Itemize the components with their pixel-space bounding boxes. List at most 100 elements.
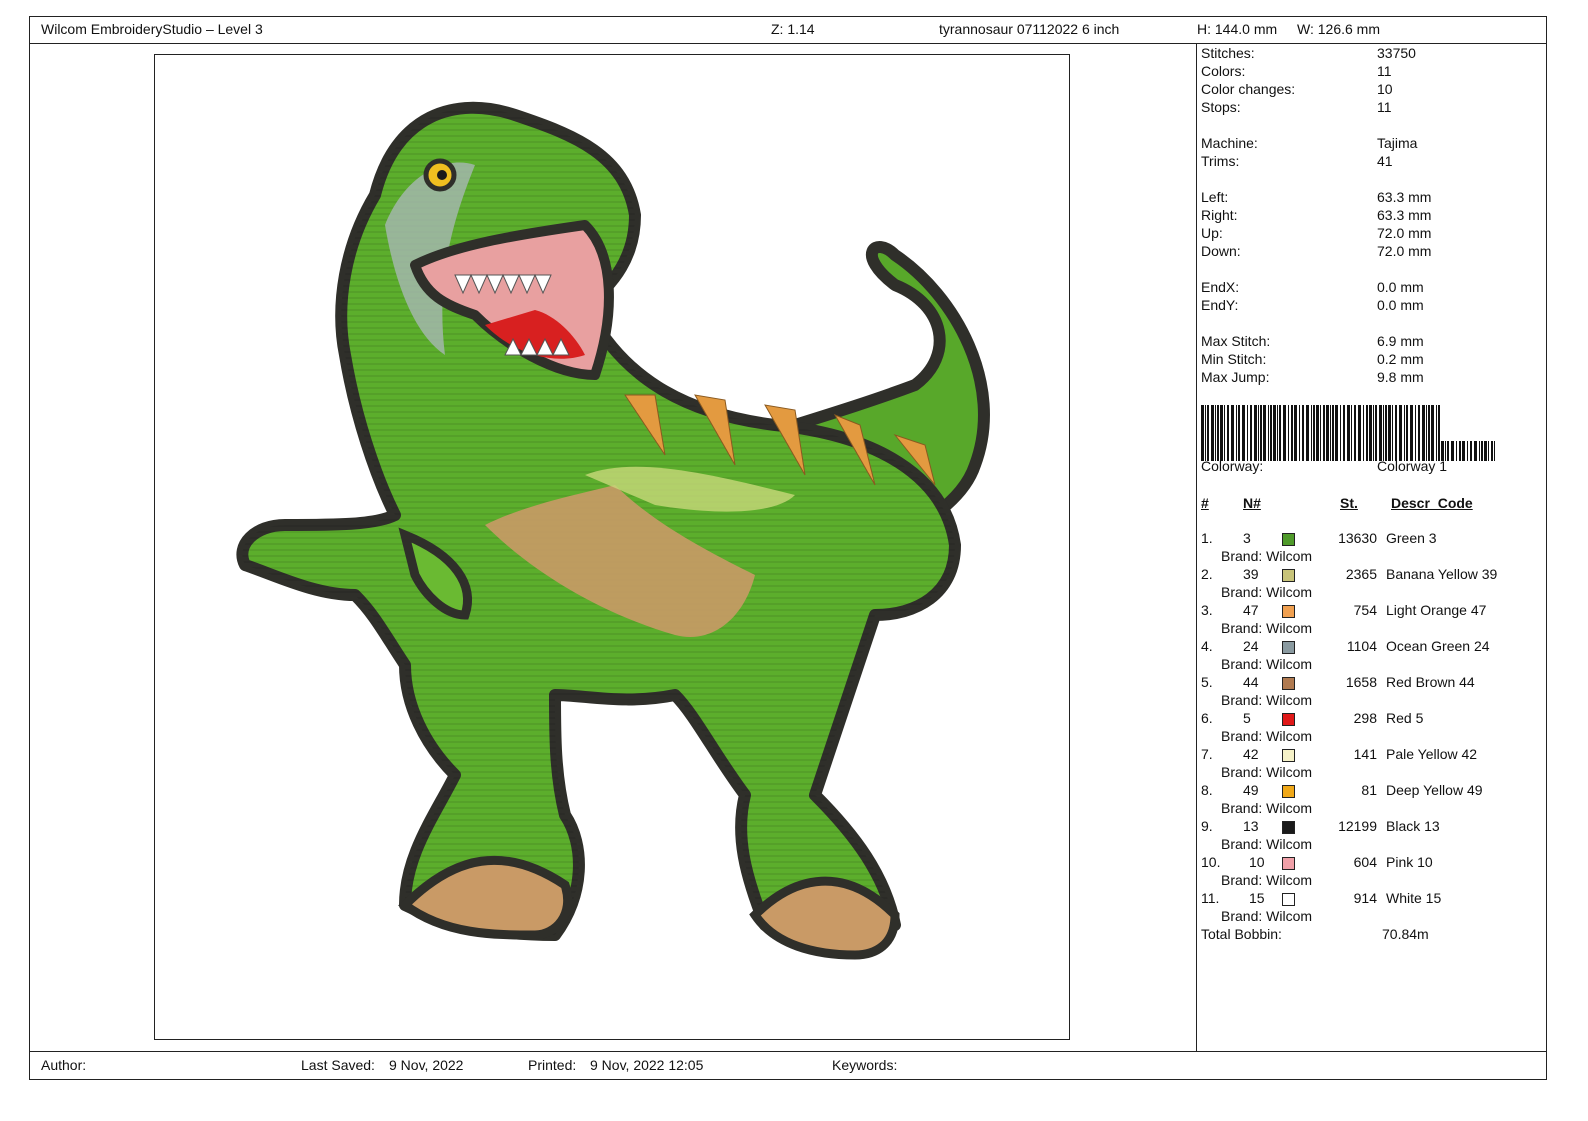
row-index: 1. <box>1201 530 1213 546</box>
color-row: 1. 3 13630 Green 3 Brand: Wilcom <box>1201 530 1541 566</box>
barcode-bar <box>1363 405 1364 461</box>
barcode-bar <box>1404 405 1405 461</box>
row-needle: 5 <box>1243 710 1251 726</box>
color-swatch <box>1282 893 1295 906</box>
color-row: 8. 49 81 Deep Yellow 49 Brand: Wilcom <box>1201 782 1541 818</box>
barcode-bar <box>1215 405 1216 461</box>
stat-value: 33750 <box>1377 45 1416 61</box>
stat-value: 0.2 mm <box>1377 351 1424 367</box>
barcode-bar <box>1277 405 1278 461</box>
row-descr: Deep Yellow 49 <box>1386 782 1483 798</box>
color-row: 3. 47 754 Light Orange 47 Brand: Wilcom <box>1201 602 1541 638</box>
row-index: 11. <box>1201 890 1220 906</box>
row-needle: 39 <box>1243 566 1259 582</box>
color-swatch <box>1282 785 1295 798</box>
color-row: 5. 44 1658 Red Brown 44 Brand: Wilcom <box>1201 674 1541 710</box>
color-row: 2. 39 2365 Banana Yellow 39 Brand: Wilcom <box>1201 566 1541 602</box>
row-stitches: 1658 <box>1345 674 1377 690</box>
barcode-bar <box>1313 405 1315 461</box>
barcode-bar <box>1369 405 1372 461</box>
barcode-bar <box>1291 405 1293 461</box>
row-needle: 24 <box>1243 638 1259 654</box>
barcode-bar <box>1470 441 1472 461</box>
row-brand: Brand: Wilcom <box>1221 548 1313 564</box>
barcode-bar <box>1379 405 1382 461</box>
row-needle: 49 <box>1243 782 1259 798</box>
barcode-bar <box>1311 405 1312 461</box>
barcode-bar <box>1388 405 1391 461</box>
color-row: 9. 13 12199 Black 13 Brand: Wilcom <box>1201 818 1541 854</box>
design-width: W: 126.6 mm <box>1297 21 1380 37</box>
header-bar: Wilcom EmbroideryStudio – Level 3 Z: 1.1… <box>29 16 1547 44</box>
barcode-bar <box>1205 405 1206 461</box>
color-swatch <box>1282 749 1295 762</box>
row-needle: 44 <box>1243 674 1259 690</box>
row-descr: Light Orange 47 <box>1386 602 1487 618</box>
barcode-bar <box>1231 405 1234 461</box>
barcode-bar <box>1447 441 1449 461</box>
design-height: H: 144.0 mm <box>1197 21 1278 37</box>
stat-value: 0.0 mm <box>1377 297 1424 313</box>
stat-label: EndY: <box>1201 297 1239 313</box>
barcode-bar <box>1418 405 1420 461</box>
barcode-bar <box>1415 405 1416 461</box>
row-descr: Green 3 <box>1386 530 1437 546</box>
barcode-bar <box>1227 405 1229 461</box>
stat-value: 6.9 mm <box>1377 333 1424 349</box>
row-needle: 15 <box>1249 890 1265 906</box>
color-swatch <box>1282 857 1295 870</box>
barcode-bar <box>1481 441 1483 461</box>
stat-value: 0.0 mm <box>1377 279 1424 295</box>
stat-label: Trims: <box>1201 153 1240 169</box>
col-header-descr: Descr_Code <box>1391 495 1473 511</box>
row-descr: Black 13 <box>1386 818 1440 834</box>
color-swatch <box>1282 713 1295 726</box>
design-preview <box>154 54 1070 1040</box>
row-needle: 47 <box>1243 602 1259 618</box>
stat-value: 10 <box>1377 81 1393 97</box>
barcode-bar <box>1479 441 1480 461</box>
row-index: 9. <box>1201 818 1213 834</box>
row-index: 10. <box>1201 854 1221 870</box>
row-needle: 42 <box>1243 746 1259 762</box>
row-brand: Brand: Wilcom <box>1221 584 1313 600</box>
color-swatch <box>1282 533 1295 546</box>
row-needle: 13 <box>1243 818 1259 834</box>
barcode-bar <box>1316 405 1319 461</box>
tyrannosaur-embroidery-image <box>236 101 990 960</box>
barcode-bar <box>1263 405 1266 461</box>
stat-value: 72.0 mm <box>1377 225 1432 241</box>
row-needle: 3 <box>1243 530 1251 546</box>
barcode-bar <box>1474 441 1477 461</box>
row-brand: Brand: Wilcom <box>1221 656 1313 672</box>
barcode-bar <box>1347 405 1350 461</box>
stat-value: 72.0 mm <box>1377 243 1432 259</box>
barcode-bar <box>1326 405 1329 461</box>
col-header-index: # <box>1201 495 1209 511</box>
barcode-bar <box>1306 405 1309 461</box>
stat-value: 11 <box>1377 63 1392 79</box>
panel-divider <box>1196 44 1197 1051</box>
barcode-bar <box>1410 405 1413 461</box>
row-stitches: 914 <box>1353 890 1377 906</box>
barcode-bar <box>1343 405 1345 461</box>
stat-value: 41 <box>1377 153 1393 169</box>
stat-value: 63.3 mm <box>1377 207 1432 223</box>
barcode-bar <box>1438 405 1440 461</box>
barcode-bar <box>1351 405 1352 461</box>
stat-label: Max Stitch: <box>1201 333 1271 349</box>
stat-label: EndX: <box>1201 279 1240 295</box>
row-needle: 10 <box>1249 854 1265 870</box>
barcode-bar <box>1323 405 1325 461</box>
row-brand: Brand: Wilcom <box>1221 872 1313 888</box>
stat-label: Right: <box>1201 207 1238 223</box>
barcode-bar <box>1270 405 1272 461</box>
barcode-bar <box>1428 405 1430 461</box>
row-stitches: 141 <box>1353 746 1377 762</box>
color-swatch <box>1282 677 1295 690</box>
barcode-bar <box>1422 405 1425 461</box>
stat-label: Color changes: <box>1201 81 1296 97</box>
barcode-bar <box>1395 405 1397 461</box>
barcode-bar <box>1451 441 1454 461</box>
total-bobbin-value: 70.84m <box>1382 926 1429 942</box>
